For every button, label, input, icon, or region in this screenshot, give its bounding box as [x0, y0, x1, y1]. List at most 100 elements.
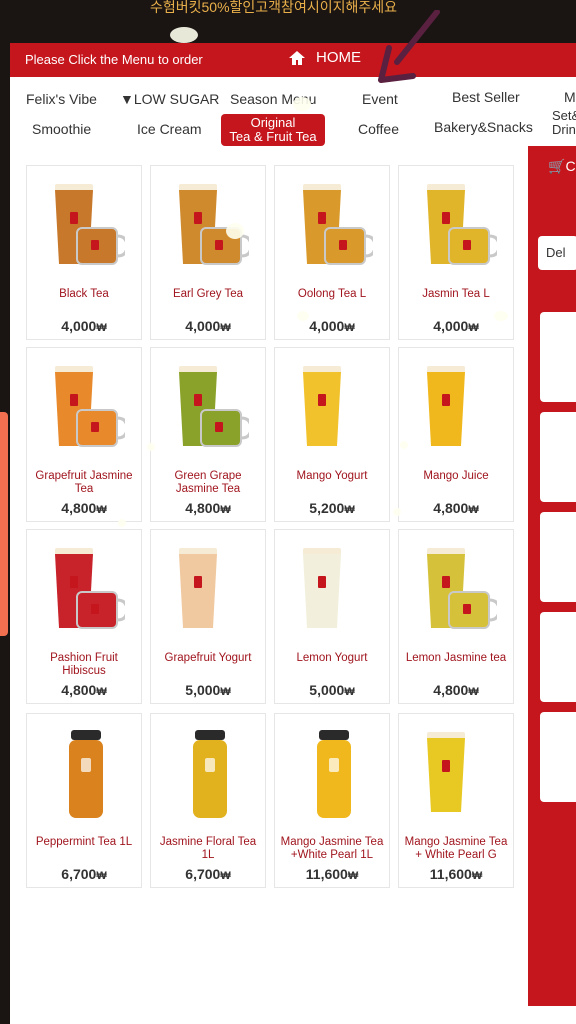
- tab-label-line1: Set&: [552, 108, 576, 123]
- menu-item-price: 4,000₩: [399, 318, 513, 334]
- price-amount: 4,000: [61, 318, 97, 334]
- menu-item-card[interactable]: Lemon Yogurt 5,000₩: [274, 529, 390, 704]
- price-amount: 5,000: [309, 682, 345, 698]
- tab-best-seller[interactable]: Best Seller: [452, 89, 520, 105]
- order-slot[interactable]: [540, 712, 576, 802]
- order-instruction: Please Click the Menu to order: [25, 52, 203, 67]
- tab-more[interactable]: M: [564, 89, 576, 105]
- tab-felixs-vibe[interactable]: Felix's Vibe: [26, 91, 97, 107]
- menu-item-price: 11,600₩: [399, 866, 513, 882]
- menu-item-name: Mango Jasmine Tea +White Pearl 1L: [280, 836, 384, 861]
- order-slot[interactable]: [540, 312, 576, 402]
- menu-item-name: Mango Juice: [423, 470, 489, 482]
- currency-symbol: ₩: [468, 504, 479, 516]
- price-amount: 5,000: [185, 682, 221, 698]
- price-amount: 6,700: [185, 866, 221, 882]
- drink-image: [55, 548, 125, 629]
- drink-image: [179, 548, 217, 628]
- currency-symbol: ₩: [344, 504, 355, 516]
- tab-event[interactable]: Event: [362, 91, 398, 107]
- price-amount: 6,700: [61, 866, 97, 882]
- price-amount: 11,600: [429, 866, 472, 882]
- menu-item-price: 4,800₩: [399, 500, 513, 516]
- currency-symbol: ₩: [220, 870, 231, 882]
- drink-image: [179, 366, 249, 447]
- menu-item-name: Jasmin Tea L: [422, 288, 490, 300]
- menu-item-name: Lemon Jasmine tea: [405, 652, 507, 664]
- currency-symbol: ₩: [347, 870, 359, 882]
- menu-item-card[interactable]: Mango Jasmine Tea + White Pearl G 11,600₩: [398, 713, 514, 888]
- delete-button[interactable]: Del: [538, 236, 576, 270]
- category-menu: Felix's Vibe ▼LOW SUGAR Season Menu Even…: [10, 81, 576, 147]
- menu-item-card[interactable]: Mango Jasmine Tea +White Pearl 1L 11,600₩: [274, 713, 390, 888]
- drink-image: [427, 366, 465, 446]
- menu-item-price: 4,000₩: [27, 318, 141, 334]
- price-amount: 4,800: [433, 500, 469, 516]
- drink-image: [193, 730, 227, 818]
- drink-image: [303, 366, 341, 446]
- price-amount: 5,200: [309, 500, 345, 516]
- cart-icon[interactable]: 🛒C: [548, 158, 576, 178]
- menu-item-card[interactable]: Earl Grey Tea 4,000₩: [150, 165, 266, 340]
- menu-item-price: 4,800₩: [151, 500, 265, 516]
- cart-label: C: [565, 158, 576, 174]
- tab-ice-cream[interactable]: Ice Cream: [137, 121, 202, 137]
- tab-coffee[interactable]: Coffee: [358, 121, 399, 137]
- currency-symbol: ₩: [220, 686, 231, 698]
- tab-bakery-snacks[interactable]: Bakery&Snacks: [434, 119, 533, 135]
- order-slot[interactable]: [540, 412, 576, 502]
- tab-original-tea-fruit-tea[interactable]: Original Tea & Fruit Tea: [221, 114, 325, 146]
- menu-item-card[interactable]: Oolong Tea L 4,000₩: [274, 165, 390, 340]
- menu-item-card[interactable]: Grapefruit Jasmine Tea 4,800₩: [26, 347, 142, 522]
- menu-item-name: Peppermint Tea 1L: [35, 836, 133, 848]
- menu-item-price: 6,700₩: [27, 866, 141, 882]
- drink-image: [303, 548, 341, 628]
- price-amount: 4,800: [185, 500, 221, 516]
- menu-item-price: 5,000₩: [275, 682, 389, 698]
- drink-image: [317, 730, 351, 818]
- price-amount: 4,000: [433, 318, 469, 334]
- menu-item-card[interactable]: Green Grape Jasmine Tea 4,800₩: [150, 347, 266, 522]
- menu-item-price: 4,800₩: [399, 682, 513, 698]
- menu-item-price: 6,700₩: [151, 866, 265, 882]
- menu-item-name: Mango Jasmine Tea + White Pearl G: [404, 836, 508, 861]
- price-amount: 4,800: [61, 500, 97, 516]
- menu-item-price: 4,800₩: [27, 500, 141, 516]
- drink-image: [427, 184, 497, 265]
- arrow-annotation-icon: [378, 10, 440, 83]
- currency-symbol: ₩: [344, 686, 355, 698]
- drink-image: [69, 730, 103, 818]
- tab-label-line1: Original: [250, 115, 296, 130]
- tab-low-sugar[interactable]: ▼LOW SUGAR: [120, 91, 219, 107]
- price-amount: 11,600: [305, 866, 348, 882]
- menu-item-card[interactable]: Jasmine Floral Tea 1L 6,700₩: [150, 713, 266, 888]
- tab-smoothie[interactable]: Smoothie: [32, 121, 91, 137]
- menu-item-name: Green Grape Jasmine Tea: [174, 470, 242, 495]
- menu-item-card[interactable]: Peppermint Tea 1L 6,700₩: [26, 713, 142, 888]
- order-slot[interactable]: [540, 612, 576, 702]
- currency-symbol: ₩: [96, 686, 107, 698]
- order-slot[interactable]: [540, 512, 576, 602]
- menu-item-name: Grapefruit Yogurt: [164, 652, 252, 664]
- menu-item-card[interactable]: Grapefruit Yogurt 5,000₩: [150, 529, 266, 704]
- currency-symbol: ₩: [468, 322, 479, 334]
- menu-item-name: Pashion Fruit Hibiscus: [50, 652, 118, 677]
- home-icon: [289, 50, 305, 65]
- menu-grid: Black Tea 4,000₩ Earl Grey Tea 4,000₩ Oolong…: [26, 165, 531, 1015]
- header-bar: Please Click the Menu to order HOME: [10, 43, 576, 77]
- menu-item-name: Mango Yogurt: [296, 470, 368, 482]
- menu-item-name: Lemon Yogurt: [296, 652, 368, 664]
- menu-item-name: Jasmine Floral Tea 1L: [159, 836, 257, 861]
- menu-item-card[interactable]: Black Tea 4,000₩: [26, 165, 142, 340]
- menu-item-card[interactable]: Mango Juice 4,800₩: [398, 347, 514, 522]
- side-tab: [0, 412, 8, 636]
- currency-symbol: ₩: [96, 504, 107, 516]
- home-button[interactable]: HOME: [288, 49, 361, 66]
- kiosk-screen: Please Click the Menu to order HOME Feli…: [10, 27, 576, 1024]
- menu-item-card[interactable]: Pashion Fruit Hibiscus 4,800₩: [26, 529, 142, 704]
- menu-item-card[interactable]: Lemon Jasmine tea 4,800₩: [398, 529, 514, 704]
- tab-set-drink[interactable]: Set& Drin: [552, 109, 576, 137]
- menu-item-price: 5,200₩: [275, 500, 389, 516]
- drink-image: [55, 366, 125, 447]
- menu-item-card[interactable]: Mango Yogurt 5,200₩: [274, 347, 390, 522]
